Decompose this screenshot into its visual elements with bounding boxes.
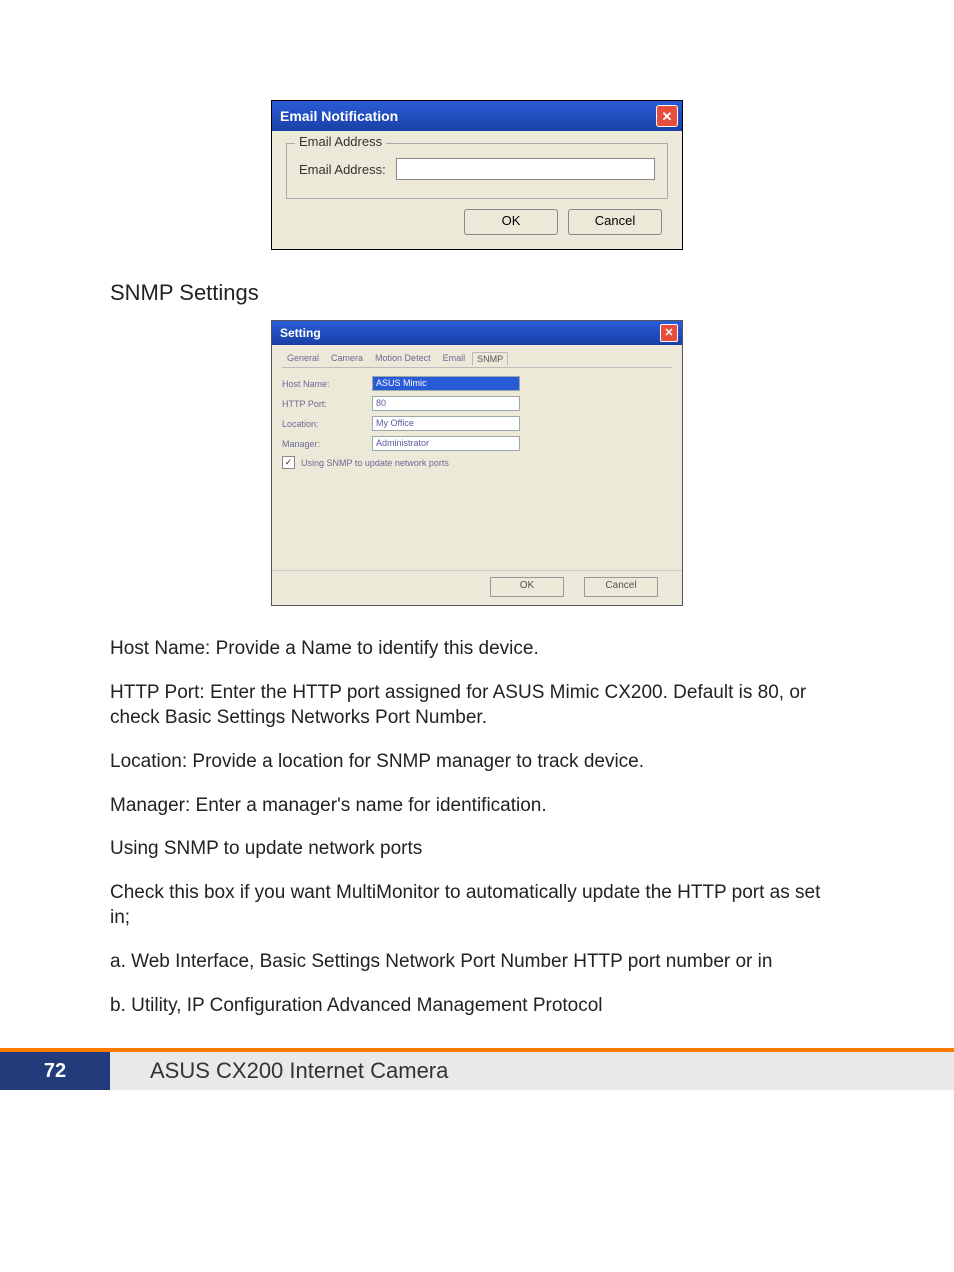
close-icon: ✕ <box>664 328 673 339</box>
http-port-description: HTTP Port: Enter the HTTP port assigned … <box>110 680 844 731</box>
tab-email[interactable]: Email <box>438 351 471 365</box>
tab-camera[interactable]: Camera <box>326 351 368 365</box>
page-footer: 72 ASUS CX200 Internet Camera <box>0 1048 954 1090</box>
cancel-button[interactable]: Cancel <box>584 577 658 597</box>
location-input[interactable]: My Office <box>372 416 520 431</box>
check-icon: ✓ <box>285 457 293 468</box>
tab-strip: General Camera Motion Detect Email SNMP <box>282 351 672 368</box>
tab-general[interactable]: General <box>282 351 324 365</box>
setting-titlebar: Setting ✕ <box>272 321 682 345</box>
email-dialog-titlebar: Email Notification ✕ <box>272 101 682 131</box>
snmp-update-label: Using SNMP to update network ports <box>301 458 449 468</box>
group-legend: Email Address <box>295 134 386 149</box>
email-address-group: Email Address Email Address: <box>286 143 668 199</box>
host-name-description: Host Name: Provide a Name to identify th… <box>110 636 844 662</box>
page-number: 72 <box>0 1052 110 1090</box>
tab-snmp[interactable]: SNMP <box>472 352 508 366</box>
ok-button[interactable]: OK <box>464 209 558 235</box>
location-label: Location: <box>282 419 372 429</box>
manager-description: Manager: Enter a manager's name for iden… <box>110 793 844 819</box>
manager-label: Manager: <box>282 439 372 449</box>
host-name-input[interactable]: ASUS Mimic <box>372 376 520 391</box>
option-b-text: b. Utility, IP Configuration Advanced Ma… <box>110 993 844 1019</box>
email-input[interactable] <box>396 158 655 180</box>
snmp-update-description: Check this box if you want MultiMonitor … <box>110 880 844 931</box>
close-button[interactable]: ✕ <box>656 105 678 127</box>
host-name-label: Host Name: <box>282 379 372 389</box>
setting-dialog-title: Setting <box>280 326 321 340</box>
email-field-label: Email Address: <box>299 162 386 177</box>
cancel-button[interactable]: Cancel <box>568 209 662 235</box>
location-description: Location: Provide a location for SNMP ma… <box>110 749 844 775</box>
email-dialog-title: Email Notification <box>280 108 398 124</box>
tab-motion-detect[interactable]: Motion Detect <box>370 351 436 365</box>
snmp-settings-heading: SNMP Settings <box>110 280 844 306</box>
setting-dialog: Setting ✕ General Camera Motion Detect E… <box>271 320 683 606</box>
snmp-update-checkbox[interactable]: ✓ <box>282 456 295 469</box>
manager-input[interactable]: Administrator <box>372 436 520 451</box>
option-a-text: a. Web Interface, Basic Settings Network… <box>110 949 844 975</box>
footer-title: ASUS CX200 Internet Camera <box>150 1052 448 1090</box>
http-port-label: HTTP Port: <box>282 399 372 409</box>
snmp-update-heading: Using SNMP to update network ports <box>110 836 844 862</box>
email-notification-dialog: Email Notification ✕ Email Address Email… <box>271 100 683 250</box>
close-icon: ✕ <box>662 110 673 123</box>
http-port-input[interactable]: 80 <box>372 396 520 411</box>
close-button[interactable]: ✕ <box>660 324 678 342</box>
ok-button[interactable]: OK <box>490 577 564 597</box>
